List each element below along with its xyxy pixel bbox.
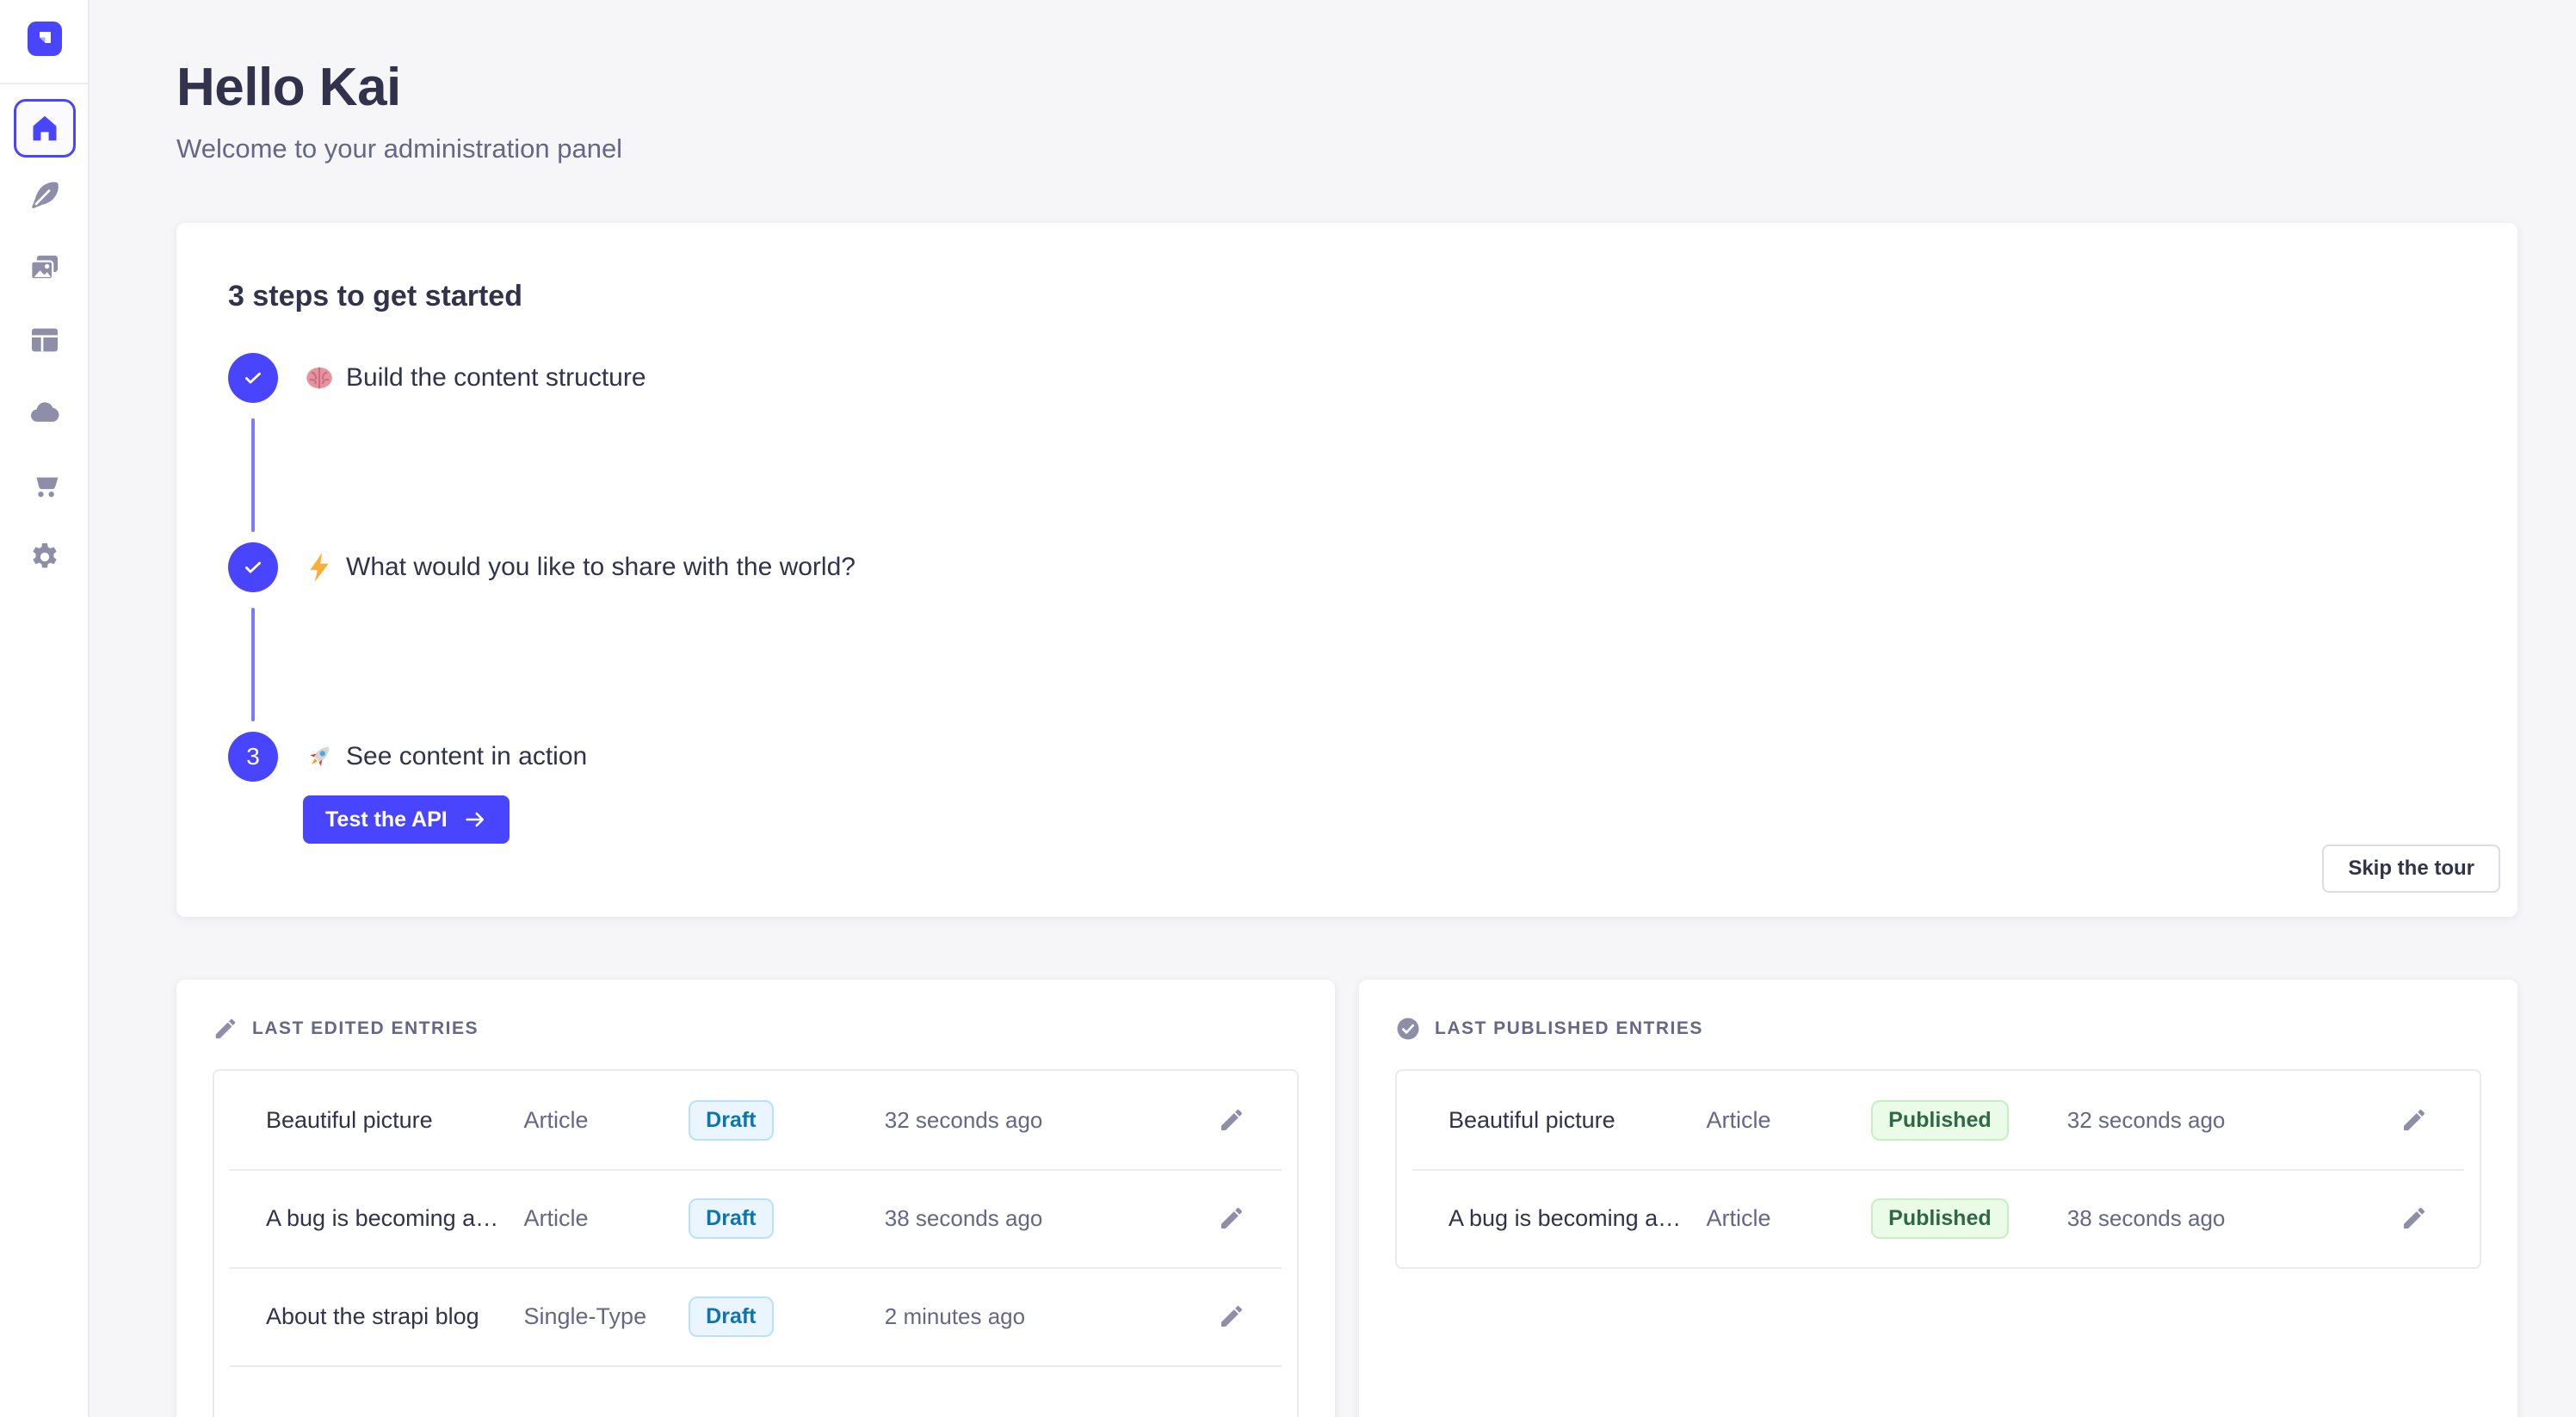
- edit-entry-button[interactable]: [1206, 1094, 1257, 1146]
- step-3-label: See content in action: [346, 742, 587, 771]
- status-badge: Published: [1871, 1100, 2008, 1141]
- layout-icon: [28, 323, 62, 357]
- page-title: Hello Kai: [176, 57, 622, 118]
- sidebar-item-marketplace[interactable]: [14, 455, 76, 514]
- table-row-clipped: [214, 1365, 1297, 1417]
- status-badge: Draft: [689, 1100, 773, 1141]
- pencil-icon: [213, 1016, 238, 1042]
- onboarding-tour-card: 3 steps to get started Build the con: [176, 223, 2517, 917]
- entry-title: Beautiful picture: [1449, 1107, 1707, 1134]
- entry-time: 38 seconds ago: [2067, 1205, 2345, 1232]
- rocket-emoji-icon: [303, 740, 336, 773]
- test-api-button[interactable]: Test the API: [303, 795, 510, 844]
- step-connector: [251, 418, 255, 532]
- feather-icon: [28, 178, 62, 213]
- page-subtitle: Welcome to your administration panel: [176, 133, 622, 164]
- entry-title: A bug is becoming a…: [1449, 1205, 1707, 1232]
- sidebar: [0, 0, 90, 1417]
- page-header: Hello Kai Welcome to your administration…: [176, 57, 622, 164]
- entry-title: Beautiful picture: [266, 1107, 524, 1134]
- check-circle-icon: [1395, 1016, 1421, 1042]
- edit-entry-button[interactable]: [2388, 1192, 2440, 1244]
- edit-entry-button[interactable]: [1206, 1192, 1257, 1244]
- table-row[interactable]: Beautiful picture Article Published 32 s…: [1397, 1071, 2480, 1169]
- check-icon: [242, 556, 264, 579]
- sidebar-item-media-library[interactable]: [14, 238, 76, 297]
- table-row[interactable]: A bug is becoming a… Article Published 3…: [1397, 1169, 2480, 1267]
- tour-title: 3 steps to get started: [228, 280, 2466, 313]
- entry-title: A bug is becoming a…: [266, 1205, 524, 1232]
- entry-time: 2 minutes ago: [885, 1303, 1163, 1330]
- step-3-number: 3: [246, 743, 260, 770]
- strapi-logo-icon: [28, 22, 62, 56]
- entry-title: About the strapi blog: [266, 1303, 524, 1330]
- last-edited-header: LAST EDITED ENTRIES: [213, 1016, 1299, 1042]
- last-published-title: LAST PUBLISHED ENTRIES: [1435, 1018, 1703, 1039]
- entry-time: 38 seconds ago: [885, 1205, 1163, 1232]
- entry-type: Article: [1707, 1107, 1872, 1134]
- check-icon: [242, 367, 264, 389]
- last-published-panel: LAST PUBLISHED ENTRIES Beautiful picture…: [1359, 980, 2517, 1417]
- status-badge: Draft: [689, 1296, 773, 1337]
- pencil-icon: [1218, 1204, 1245, 1232]
- last-published-table: Beautiful picture Article Published 32 s…: [1395, 1069, 2481, 1269]
- sidebar-item-deploy[interactable]: [14, 383, 76, 442]
- entry-type: Article: [1707, 1205, 1872, 1232]
- step-1-label: Build the content structure: [346, 363, 646, 393]
- table-row[interactable]: About the strapi blog Single-Type Draft …: [214, 1267, 1297, 1365]
- skip-tour-button[interactable]: Skip the tour: [2322, 845, 2500, 893]
- table-row[interactable]: A bug is becoming a… Article Draft 38 se…: [214, 1169, 1297, 1267]
- sidebar-item-settings[interactable]: [14, 528, 76, 586]
- last-edited-title: LAST EDITED ENTRIES: [252, 1018, 479, 1039]
- last-edited-table: Beautiful picture Article Draft 32 secon…: [213, 1069, 1299, 1417]
- step-connector: [251, 608, 255, 721]
- tour-step-2: What would you like to share with the wo…: [228, 542, 2466, 732]
- sidebar-item-content-type-builder[interactable]: [14, 311, 76, 369]
- status-badge: Draft: [689, 1198, 773, 1239]
- step-3-number-circle: 3: [228, 732, 278, 782]
- home-icon: [28, 112, 61, 145]
- entry-type: Single-Type: [524, 1303, 689, 1330]
- pencil-icon: [1218, 1303, 1245, 1330]
- brain-emoji-icon: [303, 362, 336, 394]
- sidebar-item-content-manager[interactable]: [14, 166, 76, 225]
- strapi-logo[interactable]: [28, 22, 62, 56]
- status-badge: Published: [1871, 1198, 2008, 1239]
- pencil-icon: [2400, 1204, 2428, 1232]
- sidebar-item-home[interactable]: [14, 99, 76, 158]
- gear-icon: [28, 540, 62, 574]
- entries-panels: LAST EDITED ENTRIES Beautiful picture Ar…: [176, 980, 2517, 1417]
- last-published-header: LAST PUBLISHED ENTRIES: [1395, 1016, 2481, 1042]
- pictures-icon: [28, 251, 62, 285]
- last-edited-panel: LAST EDITED ENTRIES Beautiful picture Ar…: [176, 980, 1335, 1417]
- entry-type: Article: [524, 1205, 689, 1232]
- edit-entry-button[interactable]: [1206, 1290, 1257, 1342]
- step-2-check-circle: [228, 542, 278, 592]
- edit-entry-button[interactable]: [2388, 1094, 2440, 1146]
- cloud-icon: [28, 395, 62, 430]
- tour-step-3: 3 See content in acti: [228, 732, 2466, 844]
- sidebar-divider: [0, 83, 88, 84]
- entry-type: Article: [524, 1107, 689, 1134]
- entry-time: 32 seconds ago: [2067, 1107, 2345, 1134]
- table-row[interactable]: Beautiful picture Article Draft 32 secon…: [214, 1071, 1297, 1169]
- entry-time: 32 seconds ago: [885, 1107, 1163, 1134]
- pencil-icon: [1218, 1106, 1245, 1134]
- cart-icon: [28, 467, 62, 502]
- test-api-label: Test the API: [325, 808, 448, 832]
- step-1-check-circle: [228, 353, 278, 403]
- pencil-icon: [2400, 1106, 2428, 1134]
- tour-step-1: Build the content structure: [228, 353, 2466, 542]
- arrow-right-icon: [463, 808, 487, 832]
- lightning-emoji-icon: [303, 551, 336, 584]
- step-2-label: What would you like to share with the wo…: [346, 553, 856, 582]
- tour-steps: Build the content structure What w: [228, 353, 2466, 844]
